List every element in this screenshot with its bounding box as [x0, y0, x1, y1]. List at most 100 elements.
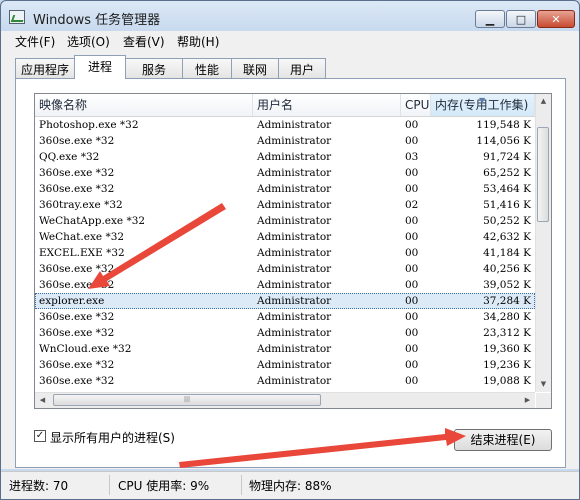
process-name: 360tray.exe *32 [39, 199, 123, 211]
process-name: 360se.exe *32 [39, 279, 115, 291]
table-row[interactable]: 360se.exe *32 Administrator 00 65,252 K [35, 165, 535, 181]
process-cpu: 00 [405, 231, 419, 243]
tab-performance[interactable]: 性能 [182, 58, 232, 78]
status-bar: 进程数: 70 CPU 使用率: 9% 物理内存: 88% [1, 471, 579, 499]
menu-view[interactable]: 查看(V) [123, 33, 165, 50]
table-row[interactable]: 360se.exe *32 Administrator 00 114,056 K [35, 133, 535, 149]
table-row[interactable]: 360se.exe *32 Administrator 00 19,088 K [35, 373, 535, 389]
scroll-right-arrow-icon[interactable]: ▶ [520, 393, 535, 408]
table-row-selected[interactable]: explorer.exe Administrator 00 37,284 K [35, 293, 535, 309]
process-memory: 50,252 K [483, 215, 531, 227]
process-memory: 37,284 K [483, 295, 531, 307]
process-name: 360se.exe *32 [39, 311, 115, 323]
tab-users[interactable]: 用户 [278, 58, 326, 78]
menu-file[interactable]: 文件(F) [15, 33, 55, 50]
process-name: explorer.exe [39, 295, 105, 307]
table-row[interactable]: 360se.exe *32 Administrator 00 40,256 K [35, 261, 535, 277]
status-divider [241, 475, 242, 495]
column-cpu[interactable]: CPU [401, 94, 431, 116]
process-user: Administrator [257, 183, 332, 195]
process-name: WnCloud.exe *32 [39, 343, 132, 355]
process-memory: 114,056 K [476, 135, 531, 147]
process-name: 360se.exe *32 [39, 359, 115, 371]
end-process-button[interactable]: 结束进程(E) [454, 429, 552, 451]
process-user: Administrator [257, 343, 332, 355]
process-cpu: 03 [405, 151, 419, 163]
show-all-users-label[interactable]: 显示所有用户的进程(S) [50, 429, 175, 446]
process-name: Photoshop.exe *32 [39, 119, 139, 131]
process-memory: 42,632 K [483, 231, 531, 243]
client-area: 应用程序 进程 服务 性能 联网 用户 映像名称 用户名 CPU ▼ 内存(专用… [1, 51, 579, 469]
window-title: Windows 任务管理器 [33, 13, 161, 28]
horizontal-scroll-thumb[interactable]: ||| [53, 394, 321, 406]
column-memory[interactable]: ▼ 内存(专用工作集) [431, 94, 535, 116]
title-bar[interactable]: Windows 任务管理器 ▁ □ ✕ [1, 1, 579, 31]
table-row[interactable]: 360se.exe *32 Administrator 00 34,280 K [35, 309, 535, 325]
process-cpu: 00 [405, 327, 419, 339]
table-row[interactable]: 360se.exe *32 Administrator 00 23,312 K [35, 325, 535, 341]
minimize-button[interactable]: ▁ [475, 10, 505, 28]
process-list[interactable]: 映像名称 用户名 CPU ▼ 内存(专用工作集) Photoshop.exe *… [34, 93, 552, 409]
process-memory: 41,184 K [483, 247, 531, 259]
process-cpu: 00 [405, 295, 419, 307]
process-name: 360se.exe *32 [39, 135, 115, 147]
table-row[interactable]: 360se.exe *32 Administrator 00 39,052 K [35, 277, 535, 293]
column-user-name[interactable]: 用户名 [253, 94, 401, 116]
process-memory: 53,464 K [483, 183, 531, 195]
process-name: 360se.exe *32 [39, 183, 115, 195]
process-name: 360se.exe *32 [39, 263, 115, 275]
process-user: Administrator [257, 119, 332, 131]
process-memory: 23,312 K [483, 327, 531, 339]
process-cpu: 00 [405, 247, 419, 259]
process-user: Administrator [257, 247, 332, 259]
table-row[interactable]: EXCEL.EXE *32 Administrator 00 41,184 K [35, 245, 535, 261]
maximize-button[interactable]: □ [506, 10, 536, 28]
table-row[interactable]: 360se.exe *32 Administrator 00 53,464 K [35, 181, 535, 197]
process-user: Administrator [257, 231, 332, 243]
process-rows: Photoshop.exe *32 Administrator 00 119,548 … [35, 117, 535, 405]
task-manager-window: Windows 任务管理器 ▁ □ ✕ 文件(F) 选项(O) 查看(V) 帮助… [0, 0, 580, 500]
table-row[interactable]: 360tray.exe *32 Administrator 02 51,416 K [35, 197, 535, 213]
process-list-header: 映像名称 用户名 CPU ▼ 内存(专用工作集) [35, 94, 535, 117]
status-divider [109, 475, 110, 495]
scroll-down-arrow-icon[interactable]: ▼ [536, 377, 551, 392]
scroll-up-arrow-icon[interactable]: ▲ [536, 94, 551, 109]
vertical-scroll-thumb[interactable] [537, 127, 549, 222]
table-row[interactable]: Photoshop.exe *32 Administrator 00 119,548 … [35, 117, 535, 133]
close-button[interactable]: ✕ [537, 10, 575, 28]
process-memory: 34,280 K [483, 311, 531, 323]
show-all-users-checkbox[interactable]: ✓ [34, 430, 46, 442]
tab-networking[interactable]: 联网 [231, 58, 279, 78]
menu-options[interactable]: 选项(O) [67, 33, 110, 50]
table-row[interactable]: WnCloud.exe *32 Administrator 00 19,360 K [35, 341, 535, 357]
process-memory: 40,256 K [483, 263, 531, 275]
table-row[interactable]: WeChatApp.exe *32 Administrator 00 50,252 K [35, 213, 535, 229]
process-user: Administrator [257, 279, 332, 291]
process-cpu: 00 [405, 311, 419, 323]
tab-services[interactable]: 服务 [125, 58, 183, 78]
process-name: 360se.exe *32 [39, 375, 115, 387]
process-user: Administrator [257, 151, 332, 163]
status-physical-memory: 物理内存: 88% [249, 479, 332, 493]
process-cpu: 00 [405, 263, 419, 275]
process-user: Administrator [257, 263, 332, 275]
process-name: 360se.exe *32 [39, 327, 115, 339]
process-user: Administrator [257, 311, 332, 323]
tab-applications[interactable]: 应用程序 [15, 58, 75, 78]
horizontal-scrollbar[interactable]: ◀ ||| ▶ [35, 392, 535, 408]
vertical-scrollbar[interactable]: ▲ ▼ [535, 94, 551, 392]
process-cpu: 00 [405, 135, 419, 147]
column-image-name[interactable]: 映像名称 [35, 94, 253, 116]
table-row[interactable]: WeChat.exe *32 Administrator 00 42,632 K [35, 229, 535, 245]
status-cpu-usage: CPU 使用率: 9% [118, 479, 210, 493]
scroll-left-arrow-icon[interactable]: ◀ [35, 393, 50, 408]
process-memory: 19,360 K [483, 343, 531, 355]
tab-processes[interactable]: 进程 [74, 55, 126, 79]
table-row[interactable]: QQ.exe *32 Administrator 03 91,724 K [35, 149, 535, 165]
process-memory: 19,236 K [483, 359, 531, 371]
process-cpu: 00 [405, 183, 419, 195]
process-cpu: 00 [405, 375, 419, 387]
table-row[interactable]: 360se.exe *32 Administrator 00 19,236 K [35, 357, 535, 373]
process-cpu: 00 [405, 359, 419, 371]
menu-help[interactable]: 帮助(H) [177, 33, 219, 50]
